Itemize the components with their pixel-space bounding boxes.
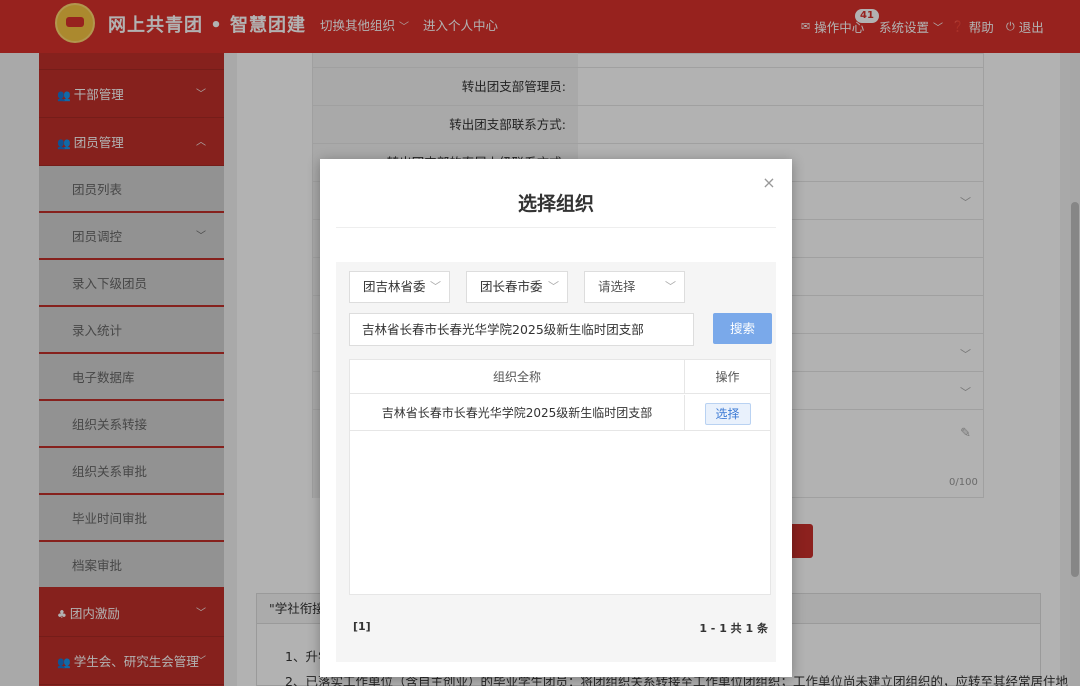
- dialog-body: 团吉林省委 ﹀ 团长春市委 ﹀ 请选择 ﹀ 吉林省长春市长春光华学院2025级新生临时…: [336, 262, 776, 662]
- choose-org-button[interactable]: 选择: [704, 402, 751, 425]
- close-icon[interactable]: ×: [762, 175, 776, 191]
- chevron-down-icon: ﹀: [548, 280, 559, 293]
- org-search-input[interactable]: 吉林省长春市长春光华学院2025级新生临时团支部: [349, 313, 694, 346]
- table-cell-org-name: 吉林省长春市长春光华学院2025级新生临时团支部: [350, 395, 685, 431]
- select-org-dialog: × 选择组织 团吉林省委 ﹀ 团长春市委 ﹀ 请选择 ﹀ 吉林省长春市长春光华学院20…: [320, 159, 792, 677]
- chevron-down-icon: ﹀: [430, 280, 441, 293]
- search-button[interactable]: 搜索: [713, 313, 772, 344]
- province-select[interactable]: 团吉林省委 ﹀: [349, 271, 450, 303]
- dialog-title: 选择组织: [517, 193, 594, 215]
- city-select[interactable]: 团长春市委 ﹀: [466, 271, 568, 303]
- select-value: 团长春市委: [480, 279, 543, 294]
- select-value: 团吉林省委: [363, 279, 426, 294]
- pagination-pages[interactable]: [1]: [353, 620, 371, 633]
- chevron-down-icon: ﹀: [665, 280, 676, 293]
- select-value: 请选择: [598, 279, 636, 294]
- column-header-action: 操作: [685, 360, 770, 394]
- column-header-name: 组织全称: [350, 360, 685, 394]
- pagination-summary: 1 - 1 共 1 条: [699, 622, 768, 635]
- org-result-table: 组织全称 操作 吉林省长春市长春光华学院2025级新生临时团支部 选择: [349, 359, 771, 595]
- table-cell-action: 选择: [685, 395, 770, 431]
- divider: [336, 227, 776, 228]
- sub-org-select[interactable]: 请选择 ﹀: [584, 271, 685, 303]
